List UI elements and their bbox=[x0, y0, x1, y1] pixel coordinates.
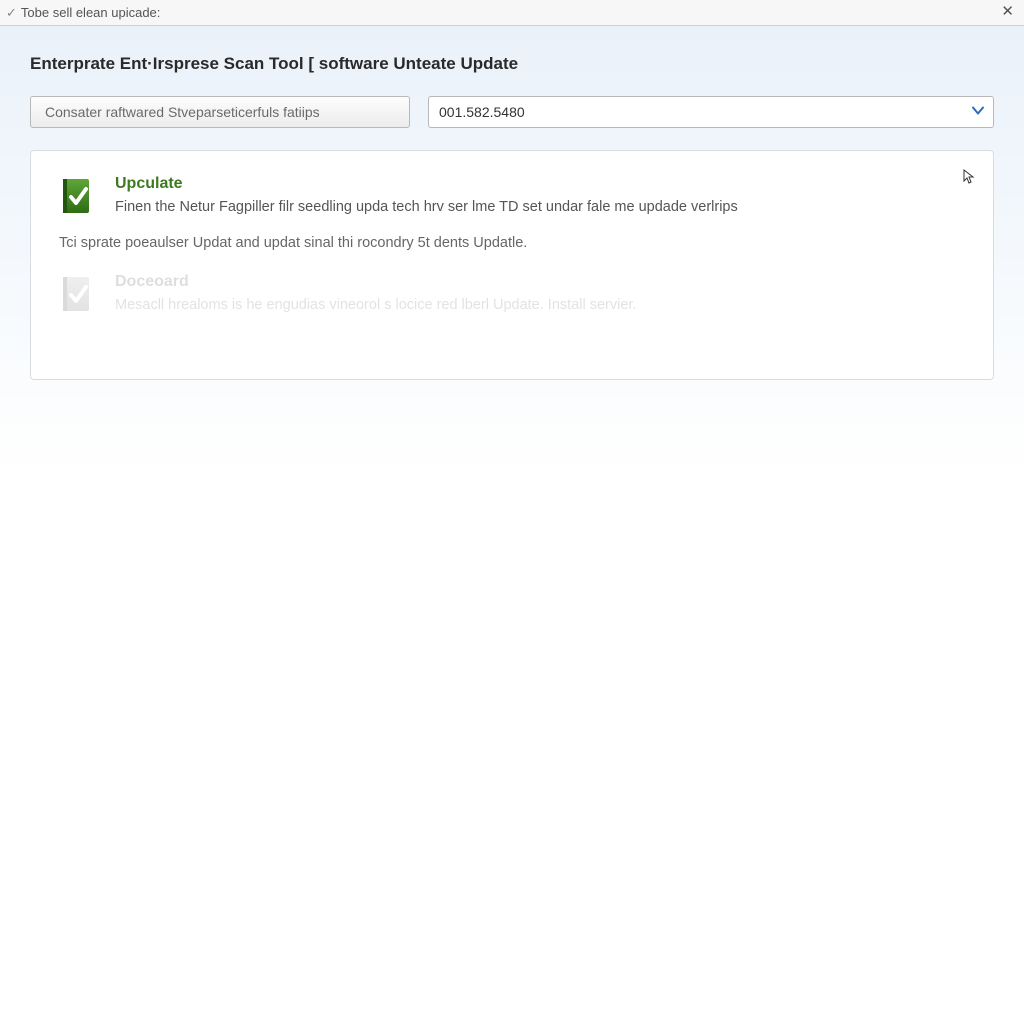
status-item-body: Upculate Finen the Netur Fagpiller filr … bbox=[115, 175, 967, 219]
configure-button-label: Consater raftwared Stveparseticerfuls fa… bbox=[45, 104, 320, 120]
close-button[interactable]: ✕ bbox=[997, 2, 1018, 20]
chevron-down-icon bbox=[971, 104, 985, 121]
status-item-body-2: Doceoard Mesacll hrealoms is he engudias… bbox=[115, 273, 967, 317]
page-title: Enterprate Ent·Irsprese Scan Tool [ soft… bbox=[30, 54, 994, 74]
status-item-download: Doceoard Mesacll hrealoms is he engudias… bbox=[57, 273, 967, 317]
status-item-title: Upculate bbox=[115, 175, 967, 193]
version-dropdown-value: 001.582.5480 bbox=[439, 104, 525, 120]
status-panel: Upculate Finen the Netur Fagpiller filr … bbox=[30, 150, 994, 380]
status-item-update: Upculate Finen the Netur Fagpiller filr … bbox=[57, 175, 967, 219]
status-item-desc-2: Mesacll hrealoms is he engudias vineorol… bbox=[115, 295, 967, 315]
status-item-title-2: Doceoard bbox=[115, 273, 967, 291]
titlebar-glyph: ✓ bbox=[6, 5, 17, 21]
toolbar-row: Consater raftwared Stveparseticerfuls fa… bbox=[30, 96, 994, 128]
book-icon-faded bbox=[57, 273, 97, 317]
titlebar: ✓ Tobe sell elean upicade: ✕ bbox=[0, 0, 1024, 26]
cursor-icon bbox=[963, 169, 975, 188]
window-title: Tobe sell elean upicade: bbox=[21, 5, 161, 20]
status-subnote: Tci sprate poeaulser Updat and updat sin… bbox=[59, 235, 967, 251]
configure-button[interactable]: Consater raftwared Stveparseticerfuls fa… bbox=[30, 96, 410, 128]
content-area: Enterprate Ent·Irsprese Scan Tool [ soft… bbox=[0, 26, 1024, 1024]
version-dropdown[interactable]: 001.582.5480 bbox=[428, 96, 994, 128]
status-item-desc: Finen the Netur Fagpiller filr seedling … bbox=[115, 197, 967, 217]
check-book-icon bbox=[57, 175, 97, 219]
